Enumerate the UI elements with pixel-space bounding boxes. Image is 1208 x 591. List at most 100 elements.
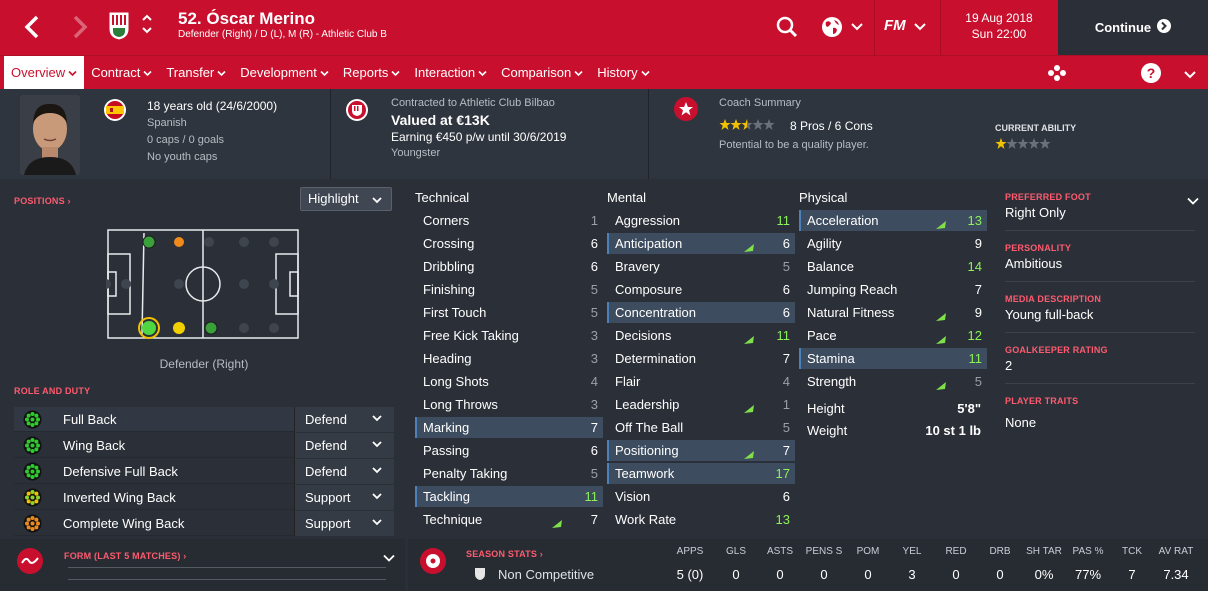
duty-dropdown[interactable]: Support	[294, 485, 394, 510]
season-stats-label[interactable]: SEASON STATS ›	[466, 549, 543, 559]
attribute-row[interactable]: Strength 5	[799, 371, 987, 392]
forward-arrow-icon[interactable]	[72, 14, 88, 44]
game-date[interactable]: 19 Aug 2018 Sun 22:00	[963, 10, 1035, 42]
tab-transfer[interactable]: Transfer	[159, 56, 233, 90]
attribute-row[interactable]: Technique 7	[415, 509, 603, 530]
player-value-text: Valued at €13K	[391, 112, 490, 128]
attribute-row[interactable]: Leadership 1	[607, 394, 795, 415]
search-icon[interactable]	[776, 16, 798, 41]
attribute-row[interactable]: Corners 1	[415, 210, 603, 231]
nationality-text: Spanish	[147, 117, 187, 129]
player-info-bar: 18 years old (24/6/2000) Spanish 0 caps …	[0, 89, 1208, 179]
star-icon	[995, 138, 1007, 149]
attribute-value: 3	[590, 397, 598, 412]
duty-dropdown[interactable]: Defend	[294, 433, 394, 458]
tab-development[interactable]: Development	[233, 56, 336, 90]
attribute-row[interactable]: Bravery 5	[607, 256, 795, 277]
attribute-row[interactable]: Vision 6	[607, 486, 795, 507]
attribute-name: Natural Fitness	[807, 305, 895, 320]
attribute-row[interactable]: Jumping Reach 7	[799, 279, 987, 300]
attribute-row[interactable]: Concentration 6	[607, 302, 795, 323]
form-label[interactable]: FORM (LAST 5 MATCHES) ›	[64, 551, 186, 561]
attribute-row[interactable]: Pace 12	[799, 325, 987, 346]
attribute-row[interactable]: Tackling 11	[415, 486, 603, 507]
role-row[interactable]: Defensive Full Back Defend	[14, 459, 394, 484]
attribute-row[interactable]: Passing 6	[415, 440, 603, 461]
player-switch-arrows-icon[interactable]	[141, 12, 153, 39]
attribute-row[interactable]: Aggression 11	[607, 210, 795, 231]
attribute-row[interactable]: Agility 9	[799, 233, 987, 254]
back-arrow-icon[interactable]	[24, 14, 40, 44]
attribute-row[interactable]: First Touch 5	[415, 302, 603, 323]
role-row[interactable]: Full Back Defend	[14, 407, 394, 432]
fm-dropdown-chevron-icon[interactable]	[914, 20, 926, 35]
coach-star-rating	[719, 119, 781, 134]
tab-overview[interactable]: Overview	[4, 56, 85, 90]
form-collapse-chevron-icon[interactable]	[383, 550, 395, 565]
attribute-name: Marking	[423, 420, 470, 435]
attribute-row[interactable]: Finishing 5	[415, 279, 603, 300]
attribute-row[interactable]: Marking 7	[415, 417, 603, 438]
role-row[interactable]: Complete Wing Back Support	[14, 511, 394, 536]
progress-arrow-icon	[743, 238, 755, 252]
tab-comparison[interactable]: Comparison	[494, 56, 590, 90]
role-row[interactable]: Inverted Wing Back Support	[14, 485, 394, 510]
tab-contract[interactable]: Contract	[84, 56, 159, 90]
attribute-row[interactable]: Positioning 7	[607, 440, 795, 461]
star-icon	[1006, 138, 1018, 149]
tab-reports[interactable]: Reports	[336, 56, 408, 90]
attribute-row[interactable]: Decisions 11	[607, 325, 795, 346]
star-icon	[1039, 138, 1051, 149]
attribute-row[interactable]: Composure 6	[607, 279, 795, 300]
attribute-row[interactable]: Acceleration 13	[799, 210, 987, 231]
help-icon[interactable]: ?	[1141, 63, 1161, 86]
star-icon	[719, 119, 731, 130]
duty-dropdown[interactable]: Support	[294, 511, 394, 536]
attribute-value: 14	[967, 259, 982, 274]
attribute-row[interactable]: Stamina 11	[799, 348, 987, 369]
sidebar-collapse-chevron-icon[interactable]	[1187, 193, 1199, 208]
current-ability-stars	[995, 138, 1057, 153]
attribute-row[interactable]: Long Throws 3	[415, 394, 603, 415]
attribute-value: 6	[782, 489, 790, 504]
squad-people-icon[interactable]	[1047, 64, 1067, 85]
attribute-row[interactable]: Flair 4	[607, 371, 795, 392]
attribute-row[interactable]: Off The Ball 5	[607, 417, 795, 438]
attribute-row[interactable]: Anticipation 6	[607, 233, 795, 254]
attribute-row[interactable]: Teamwork 17	[607, 463, 795, 484]
progress-arrow-icon	[743, 445, 755, 459]
attribute-row[interactable]: Long Shots 4	[415, 371, 603, 392]
attribute-row[interactable]: Free Kick Taking 3	[415, 325, 603, 346]
continue-arrow-icon	[1157, 19, 1172, 36]
attribute-row[interactable]: Work Rate 13	[607, 509, 795, 530]
attribute-value: 5	[590, 305, 598, 320]
more-chevron-icon[interactable]	[1184, 68, 1196, 83]
attribute-value: 4	[590, 374, 598, 389]
chevron-down-icon	[372, 485, 382, 510]
attribute-name: Heading	[423, 351, 472, 366]
tab-history[interactable]: History	[590, 56, 656, 90]
attribute-row[interactable]: Heading 3	[415, 348, 603, 369]
fm-menu-label[interactable]: FM	[884, 17, 906, 34]
attribute-row[interactable]: Dribbling 6	[415, 256, 603, 277]
chevron-down-icon	[372, 459, 382, 484]
positions-label[interactable]: POSITIONS ›	[14, 196, 71, 206]
duty-dropdown[interactable]: Defend	[294, 407, 394, 432]
attribute-row[interactable]: Balance 14	[799, 256, 987, 277]
attribute-row[interactable]: Natural Fitness 9	[799, 302, 987, 323]
attribute-row[interactable]: Penalty Taking 5	[415, 463, 603, 484]
globe-icon[interactable]	[820, 15, 844, 42]
progress-arrow-icon	[743, 399, 755, 413]
attribute-row[interactable]: Crossing 6	[415, 233, 603, 254]
tab-label: Development	[240, 65, 317, 80]
attribute-name: Decisions	[615, 328, 672, 343]
tab-interaction[interactable]: Interaction	[407, 56, 494, 90]
role-row[interactable]: Wing Back Defend	[14, 433, 394, 458]
highlight-dropdown[interactable]: Highlight	[300, 187, 392, 211]
attribute-row[interactable]: Determination 7	[607, 348, 795, 369]
globe-dropdown-chevron-icon[interactable]	[851, 20, 863, 35]
divider	[940, 0, 941, 55]
duty-dropdown[interactable]: Defend	[294, 459, 394, 484]
role-name: Full Back	[63, 412, 117, 427]
continue-button[interactable]: Continue	[1058, 0, 1208, 55]
